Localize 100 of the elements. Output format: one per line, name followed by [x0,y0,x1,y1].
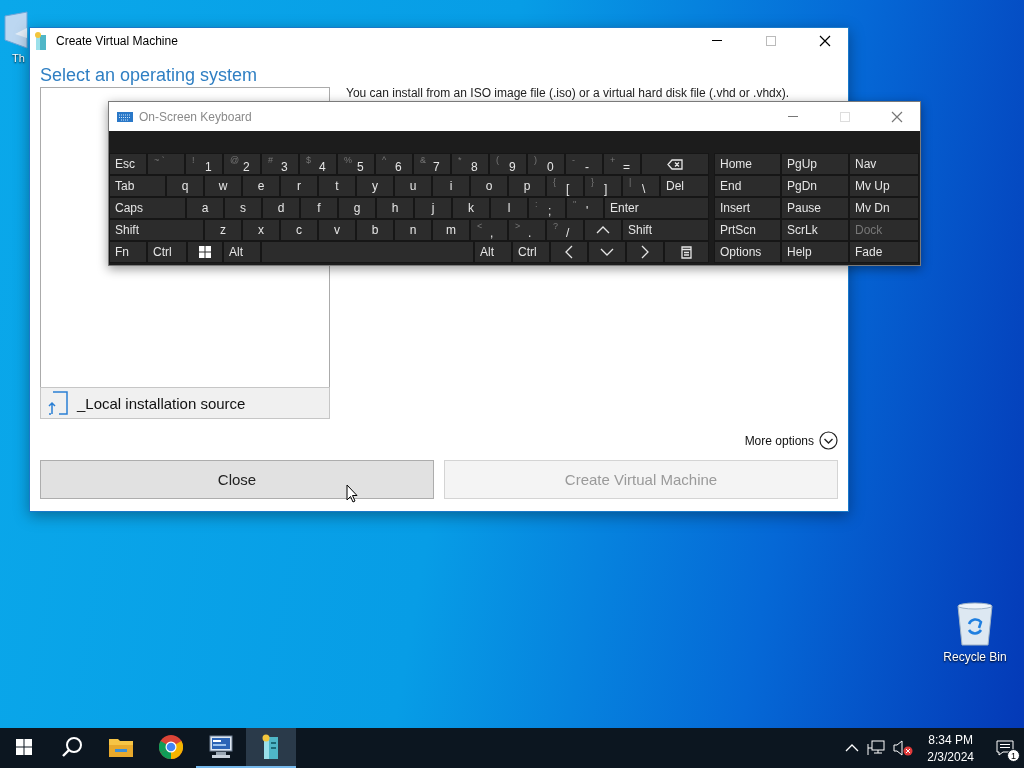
keyboard-key[interactable]: Fn [109,241,147,263]
keyboard-key[interactable]: v [318,219,356,241]
keyboard-key[interactable]: Alt [223,241,261,263]
keyboard-key[interactable]: Ctrl [512,241,550,263]
keyboard-key[interactable]: Pause [781,197,849,219]
keyboard-key[interactable]: t [318,175,356,197]
keyboard-key[interactable]: s [224,197,262,219]
keyboard-key[interactable]: < , [470,219,508,241]
install-source-icon [47,391,69,415]
keyboard-key[interactable]: + = [603,153,641,175]
keyboard-key[interactable]: PgDn [781,175,849,197]
keyboard-key[interactable]: > . [508,219,546,241]
keyboard-key[interactable]: Tab [109,175,166,197]
notification-count: 1 [1007,749,1020,762]
keyboard-key[interactable]: Home [714,153,781,175]
more-options-link[interactable]: More options [744,431,838,450]
keyboard-key[interactable]: k [452,197,490,219]
search-icon [61,736,83,758]
keyboard-key[interactable]: z [204,219,242,241]
taskbar-app[interactable] [246,728,296,768]
keyboard-key[interactable]: x [242,219,280,241]
network-icon[interactable] [867,740,886,756]
window-title: Create Virtual Machine [56,33,179,48]
keyboard-key[interactable]: : ; [528,197,566,219]
keyboard-key[interactable]: n [394,219,432,241]
close-icon[interactable] [819,34,831,47]
keyboard-key[interactable]: ! 1 [185,153,223,175]
keyboard-key[interactable]: Shift [109,219,204,241]
source-item[interactable]: _Local installation source [40,387,330,419]
keyboard-key[interactable]: ? / [546,219,584,241]
keyboard-key[interactable]: Insert [714,197,781,219]
window-title: On-Screen Keyboard [139,109,253,124]
keyboard-key[interactable]: b [356,219,394,241]
keyboard-key[interactable]: # 3 [261,153,299,175]
keyboard-key[interactable]: PrtScn [714,219,781,241]
keyboard-key[interactable]: q [166,175,204,197]
menu-icon [681,245,692,259]
keyboard-key[interactable]: a [186,197,224,219]
keyboard-key[interactable]: u [394,175,432,197]
keyboard-key[interactable]: " ' [566,197,604,219]
keyboard-key[interactable]: Enter [604,197,709,219]
keyboard-key[interactable]: Shift [622,219,709,241]
chevron-up-icon[interactable] [845,744,860,752]
windows-icon [199,246,211,258]
keyboard-key[interactable]: f [300,197,338,219]
keyboard-key[interactable]: ^ 6 [375,153,413,175]
desktop-icon-label: Recycle Bin [943,650,1007,664]
recycle-bin-icon [955,602,995,646]
keyboard-icon [117,111,133,122]
keyboard-key[interactable]: j [414,197,452,219]
keyboard-key[interactable]: r [280,175,318,197]
keyboard-key[interactable]: o [470,175,508,197]
keyboard-key[interactable]: Caps [109,197,186,219]
keyboard-key[interactable]: Fade [849,241,919,263]
chevron-right-icon [641,245,649,259]
keyboard-key[interactable]: Nav [849,153,919,175]
keyboard-key[interactable]: m [432,219,470,241]
chevron-left-icon [565,245,573,259]
dialog-button[interactable]: Close [40,460,434,499]
keyboard-key[interactable] [187,241,223,263]
volume-muted-icon[interactable] [893,740,914,756]
taskbar-clock[interactable]: 8:34 PM 2/3/2024 [927,732,974,764]
keyboard-key[interactable]: | \ [622,175,660,197]
keyboard-key[interactable]: @ 2 [223,153,261,175]
keyboard-key[interactable]: Ctrl [147,241,187,263]
keyboard-key[interactable]: $ 4 [299,153,337,175]
keyboard-key[interactable]: End [714,175,781,197]
keyboard-key[interactable]: d [262,197,300,219]
keyboard-key[interactable]: Alt [474,241,512,263]
keyboard-key[interactable]: l [490,197,528,219]
keyboard-key[interactable]: Help [781,241,849,263]
keyboard-key[interactable]: ScrLk [781,219,849,241]
notifications-button[interactable]: 1 [992,735,1018,761]
keyboard-key[interactable]: * 8 [451,153,489,175]
chevron-up-icon [596,226,610,234]
keyboard-key[interactable]: & 7 [413,153,451,175]
keyboard-key[interactable]: { [ [546,175,584,197]
keyboard-key[interactable]: ( 9 [489,153,527,175]
keyboard-key[interactable]: - - [565,153,603,175]
keyboard-key[interactable]: g [338,197,376,219]
keyboard-key[interactable]: } ] [584,175,622,197]
keyboard-key[interactable]: ) 0 [527,153,565,175]
keyboard-key[interactable] [664,241,709,263]
keyboard-key[interactable]: h [376,197,414,219]
keyboard-key[interactable] [641,153,709,175]
keyboard-key[interactable]: i [432,175,470,197]
keyboard-key[interactable]: Del [660,175,709,197]
keyboard-key[interactable]: Mv Dn [849,197,919,219]
keyboard-key[interactable]: y [356,175,394,197]
chevron-down-icon [819,431,838,450]
keyboard-key[interactable]: Mv Up [849,175,919,197]
keyboard-key[interactable]: w [204,175,242,197]
keyboard-key[interactable]: Esc [109,153,147,175]
keyboard-key[interactable]: p [508,175,546,197]
keyboard-key[interactable]: % 5 [337,153,375,175]
description-text: You can install from an ISO image file (.iso) or a virtual hard disk file (.vhd or .vhdx). [346,86,790,100]
keyboard-key[interactable]: c [280,219,318,241]
keyboard-key[interactable]: e [242,175,280,197]
keyboard-key[interactable]: Options [714,241,781,263]
keyboard-key[interactable]: PgUp [781,153,849,175]
